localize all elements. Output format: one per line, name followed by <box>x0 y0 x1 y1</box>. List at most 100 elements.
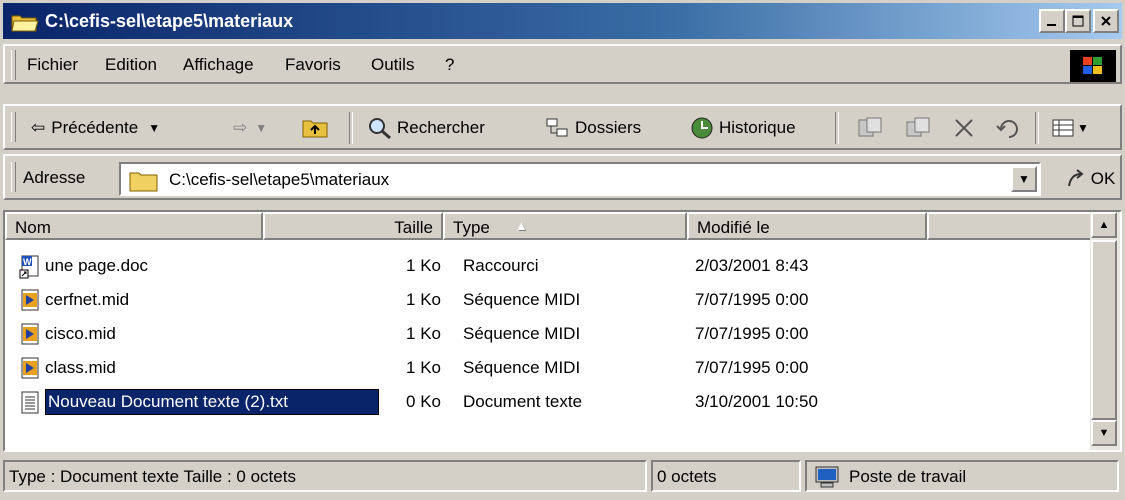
file-list[interactable]: Nom Taille Type ▲ Modifié le W une page.… <box>3 210 1122 452</box>
file-name: class.mid <box>45 358 116 377</box>
file-modified: 7/07/1995 0:00 <box>695 324 809 343</box>
search-icon <box>369 118 391 140</box>
views-icon <box>1052 119 1074 137</box>
address-dropdown-button[interactable]: ▼ <box>1011 166 1037 192</box>
menu-fichier[interactable]: Fichier <box>27 55 78 75</box>
address-grip[interactable] <box>11 162 16 192</box>
status-info-pane: Type : Document texte Taille : 0 octets <box>3 460 647 492</box>
rename-field[interactable] <box>45 389 379 415</box>
move-to-button[interactable] <box>857 110 883 146</box>
delete-icon <box>955 119 973 137</box>
back-dropdown-icon: ▼ <box>148 121 161 135</box>
column-header-empty <box>927 212 1093 240</box>
close-icon <box>1101 16 1111 26</box>
close-button[interactable] <box>1093 9 1119 33</box>
address-input[interactable]: C:\cefis-sel\etape5\materiaux ▼ <box>119 162 1041 196</box>
list-item[interactable]: 0 Ko Document texte 3/10/2001 10:50 <box>19 388 1089 420</box>
status-bar: Type : Document texte Taille : 0 octets … <box>3 456 1122 496</box>
history-icon <box>691 117 713 139</box>
go-button[interactable]: OK <box>1059 162 1121 196</box>
chevron-down-icon: ▼ <box>1098 427 1110 439</box>
list-item[interactable]: cerfnet.mid 1 Ko Séquence MIDI 7/07/1995… <box>19 286 1089 318</box>
delete-button[interactable] <box>953 110 975 146</box>
file-type: Séquence MIDI <box>463 290 581 309</box>
menu-affichage[interactable]: Affichage <box>183 55 254 75</box>
menu-help[interactable]: ? <box>445 55 454 75</box>
go-arrow-icon <box>1067 169 1084 187</box>
forward-button[interactable]: ⇨ ▼ <box>233 110 267 146</box>
file-size: 1 Ko <box>406 290 441 309</box>
address-label: Adresse <box>23 168 86 187</box>
file-size: 1 Ko <box>406 324 441 343</box>
maximize-icon <box>1072 15 1084 27</box>
column-header-size[interactable]: Taille <box>263 212 443 240</box>
address-bar: Adresse C:\cefis-sel\etape5\materiaux ▼ … <box>3 154 1122 200</box>
midi-file-icon <box>21 357 39 379</box>
file-size: 1 Ko <box>406 358 441 377</box>
toolbar-separator <box>349 112 353 144</box>
menu-outils[interactable]: Outils <box>371 55 414 75</box>
search-label: Rechercher <box>397 118 485 137</box>
window-title: C:\cefis-sel\etape5\materiaux <box>45 11 294 31</box>
folder-icon <box>129 172 158 192</box>
file-modified: 7/07/1995 0:00 <box>695 290 809 309</box>
title-bar[interactable]: C:\cefis-sel\etape5\materiaux <box>3 3 1122 39</box>
scroll-thumb[interactable] <box>1091 240 1117 420</box>
windows-logo-icon <box>1070 50 1116 82</box>
menu-favoris[interactable]: Favoris <box>285 55 341 75</box>
file-type: Séquence MIDI <box>463 324 581 343</box>
toolbar-separator <box>1035 112 1039 144</box>
folders-label: Dossiers <box>575 118 642 137</box>
file-modified: 2/03/2001 8:43 <box>695 256 809 275</box>
maximize-button[interactable] <box>1065 9 1091 33</box>
menu-edition[interactable]: Edition <box>105 55 157 75</box>
file-type: Document texte <box>463 392 583 411</box>
scroll-down-button[interactable]: ▼ <box>1091 420 1117 446</box>
list-item[interactable]: class.mid 1 Ko Séquence MIDI 7/07/1995 0… <box>19 354 1089 386</box>
back-button[interactable]: ⇦ Précédente ▼ <box>31 110 160 146</box>
svg-text:W: W <box>23 257 32 267</box>
search-button[interactable]: Rechercher <box>367 110 485 146</box>
minimize-button[interactable] <box>1039 9 1065 33</box>
status-info: Type : Document texte Taille : 0 octets <box>9 467 296 486</box>
sort-ascending-icon: ▲ <box>515 218 528 233</box>
status-size-pane: 0 octets <box>651 460 801 492</box>
file-name: une page.doc <box>45 256 149 275</box>
copy-to-button[interactable] <box>905 110 931 146</box>
chevron-up-icon: ▲ <box>1098 219 1110 231</box>
my-computer-icon <box>815 466 839 488</box>
toolbar: ⇦ Précédente ▼ ⇨ ▼ Rechercher Dossiers H… <box>3 104 1122 150</box>
forward-dropdown-icon: ▼ <box>255 121 268 135</box>
column-header-modified[interactable]: Modifié le <box>687 212 927 240</box>
views-button[interactable]: ▼ <box>1051 110 1089 146</box>
folders-button[interactable]: Dossiers <box>545 110 641 146</box>
toolbar-grip[interactable] <box>11 112 16 142</box>
history-button[interactable]: Historique <box>689 110 796 146</box>
file-type: Séquence MIDI <box>463 358 581 377</box>
status-zone-pane: Poste de travail <box>805 460 1119 492</box>
folder-open-icon <box>11 15 39 32</box>
status-size: 0 octets <box>657 467 717 486</box>
list-item[interactable]: cisco.mid 1 Ko Séquence MIDI 7/07/1995 0… <box>19 320 1089 352</box>
explorer-window: C:\cefis-sel\etape5\materiaux Fichier Ed… <box>0 0 1125 500</box>
midi-file-icon <box>21 323 39 345</box>
menu-grip[interactable] <box>11 50 16 80</box>
vertical-scrollbar[interactable]: ▲ ▼ <box>1090 212 1120 450</box>
column-header-type[interactable]: Type ▲ <box>443 212 687 240</box>
undo-icon <box>996 120 1018 138</box>
status-zone: Poste de travail <box>849 467 967 486</box>
column-header-name[interactable]: Nom <box>5 212 263 240</box>
go-label: OK <box>1090 169 1116 188</box>
undo-button[interactable] <box>995 110 1021 146</box>
file-name: cerfnet.mid <box>45 290 130 309</box>
address-value: C:\cefis-sel\etape5\materiaux <box>169 170 390 189</box>
toolbar-separator <box>835 112 839 144</box>
up-folder-icon <box>302 120 328 138</box>
up-folder-button[interactable] <box>301 110 329 146</box>
chevron-down-icon: ▼ <box>1018 172 1030 186</box>
list-item[interactable]: W une page.doc 1 Ko Raccourci 2/03/2001 … <box>19 252 1089 284</box>
menu-bar: Fichier Edition Affichage Favoris Outils… <box>3 44 1122 84</box>
back-label: Précédente <box>51 118 139 137</box>
scroll-up-button[interactable]: ▲ <box>1091 212 1117 238</box>
word-shortcut-icon: W <box>19 255 39 279</box>
